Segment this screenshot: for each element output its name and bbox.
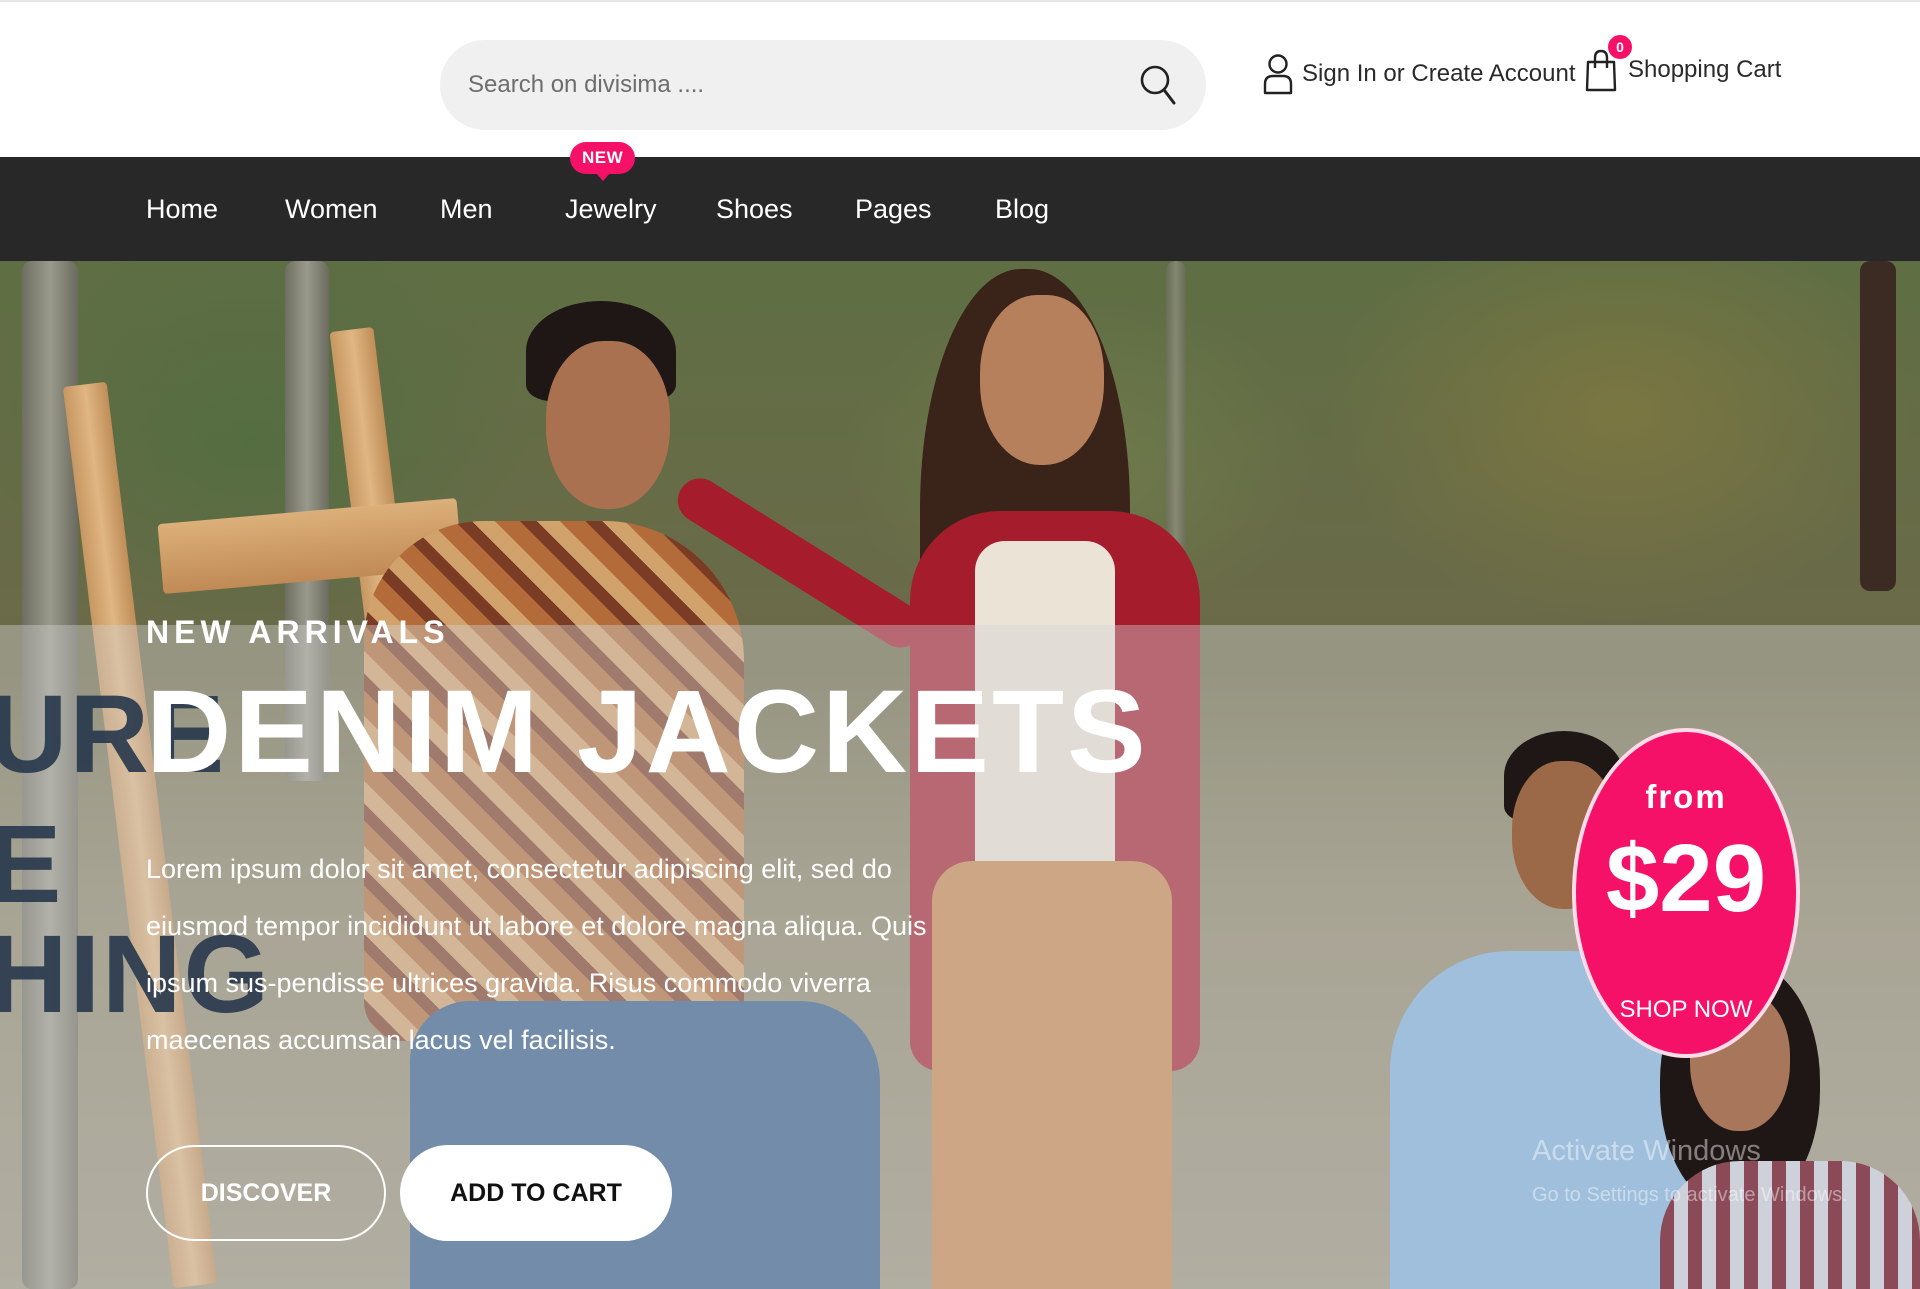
search-icon	[1140, 65, 1176, 105]
nav-item-pages[interactable]: Pages	[855, 157, 932, 261]
cart-count-badge: 0	[1608, 35, 1632, 59]
activate-windows-watermark: Activate Windows Go to Settings to activ…	[1532, 1129, 1848, 1217]
nav-item-shoes[interactable]: Shoes	[716, 157, 793, 261]
new-badge: NEW	[570, 142, 636, 181]
site-header: Sign In or Create Account 0 Shopping Car…	[0, 0, 1920, 157]
shopping-cart-link[interactable]: 0 Shopping Cart	[1584, 35, 1782, 98]
search-bar	[440, 40, 1206, 130]
hero-description: Lorem ipsum dolor sit amet, consectetur …	[146, 854, 927, 1055]
tree-trunk	[1860, 261, 1896, 591]
nav-item-women[interactable]: Women	[285, 157, 378, 261]
nav-item-men[interactable]: Men	[440, 157, 493, 261]
main-nav: Home Women Men Jewelry Shoes Pages Blog	[0, 157, 1920, 261]
hero-banner: URE E HING NEW ARRIVALS DENIM JACKETS Lo…	[0, 261, 1920, 1289]
discover-button[interactable]: DISCOVER	[146, 1145, 386, 1241]
add-to-cart-button[interactable]: ADD TO CART	[400, 1145, 672, 1241]
hero-title: DENIM JACKETS	[146, 666, 1149, 798]
hero-kicker: NEW ARRIVALS	[146, 614, 450, 650]
watermark-subtitle: Go to Settings to activate Windows.	[1532, 1184, 1848, 1206]
search-button[interactable]	[1130, 57, 1186, 113]
account-link[interactable]: Sign In or Create Account	[1262, 50, 1576, 98]
watermark-title: Activate Windows	[1532, 1135, 1761, 1167]
cart-label: Shopping Cart	[1628, 56, 1782, 83]
account-label: Sign In or Create Account	[1302, 60, 1576, 87]
shop-now-link[interactable]: SHOP NOW	[1576, 996, 1796, 1024]
promo-from-label: from	[1645, 778, 1727, 815]
nav-item-home[interactable]: Home	[146, 157, 218, 261]
search-input[interactable]	[466, 40, 1126, 130]
promo-price: $29	[1605, 825, 1767, 932]
cart-icon-wrap: 0	[1584, 35, 1632, 94]
user-icon	[1263, 54, 1293, 95]
previous-slide-text: E	[0, 803, 64, 926]
promo-price-badge[interactable]: from $29 SHOP NOW	[1572, 728, 1800, 1058]
nav-item-blog[interactable]: Blog	[995, 157, 1049, 261]
